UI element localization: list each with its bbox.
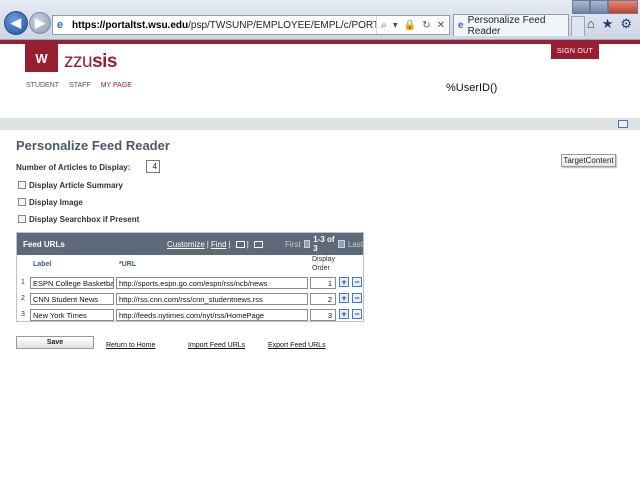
order-input[interactable] (310, 309, 336, 321)
page-title: Personalize Feed Reader (16, 138, 170, 153)
nav-student[interactable]: STUDENT (26, 82, 59, 89)
sign-out-button[interactable]: SIGN OUT (551, 44, 599, 59)
save-button[interactable]: Save (16, 336, 94, 349)
col-order-2: Order (312, 265, 330, 272)
articles-label: Number of Articles to Display: (16, 163, 131, 172)
import-feed-urls-link[interactable]: Import Feed URLs (188, 342, 245, 349)
back-arrow-icon: ◀ (11, 15, 21, 30)
nav-staff[interactable]: STAFF (69, 82, 91, 89)
col-label: Label (33, 261, 52, 268)
order-input[interactable] (310, 277, 336, 289)
page-layout-icon[interactable] (618, 120, 628, 128)
table-row: 3 + − (17, 307, 363, 323)
first-label[interactable]: First (285, 240, 301, 249)
col-order-1: Display (312, 256, 335, 263)
brand-stripe (0, 40, 640, 44)
toolbar-band (0, 118, 640, 130)
browser-tab[interactable]: e Personalize Feed Reader (453, 14, 569, 37)
order-input[interactable] (310, 293, 336, 305)
remove-row-icon[interactable]: − (352, 277, 362, 287)
summary-label: Display Article Summary (29, 181, 123, 190)
address-bar[interactable]: e https://portaltst.wsu.edu/psp/TWSUNP/E… (52, 15, 450, 35)
tab-title: Personalize Feed Reader (467, 14, 546, 37)
add-row-icon[interactable]: + (339, 277, 349, 287)
stop-icon[interactable]: ✕ (437, 20, 445, 31)
top-nav: STUDENT STAFF MY PAGE (26, 82, 132, 89)
customize-link[interactable]: Customize (167, 240, 205, 249)
browser-toolbar: ◀ ▶ e https://portaltst.wsu.edu/psp/TWSU… (0, 0, 640, 40)
nav-my-page[interactable]: MY PAGE (101, 82, 132, 89)
home-icon[interactable]: ⌂ (587, 16, 595, 32)
favorites-star-icon[interactable]: ★ (602, 16, 614, 32)
grid-title: Feed URLs (23, 239, 65, 249)
dropdown-icon[interactable]: ▾ (393, 20, 398, 31)
cougar-logo-icon: W (35, 50, 48, 66)
label-input[interactable] (30, 293, 114, 305)
browser-right-icons: ⌂ ★ ⚙ (587, 16, 632, 32)
maximize-button[interactable] (590, 0, 608, 14)
refresh-icon[interactable]: ↻ (422, 20, 430, 31)
lock-icon[interactable]: 🔒 (404, 20, 416, 31)
brand-prefix: zzu (64, 51, 93, 72)
address-domain: https://portaltst.wsu.edu (72, 19, 189, 31)
add-row-icon[interactable]: + (339, 309, 349, 319)
row-number: 3 (21, 311, 25, 318)
minimize-button[interactable] (572, 0, 590, 14)
row-number: 2 (21, 295, 25, 302)
search-icon[interactable]: ⌕ (381, 20, 387, 31)
tab-ie-icon: e (458, 20, 464, 31)
url-input[interactable] (116, 293, 308, 305)
url-input[interactable] (116, 309, 308, 321)
new-tab-button[interactable] (571, 16, 585, 36)
feed-urls-grid: Feed URLs Customize | Find | | First 1-3… (16, 232, 364, 322)
download-icon[interactable] (253, 240, 263, 248)
forward-button[interactable]: ▶ (29, 12, 51, 34)
url-input[interactable] (116, 277, 308, 289)
remove-row-icon[interactable]: − (352, 309, 362, 319)
forward-arrow-icon: ▶ (35, 15, 45, 30)
view-all-icon[interactable] (235, 240, 245, 248)
col-url: *URL (119, 261, 137, 268)
searchbox-label: Display Searchbox if Present (29, 215, 140, 224)
next-arrow-icon[interactable] (338, 240, 345, 248)
articles-count-input[interactable]: 4 (146, 160, 160, 173)
add-row-icon[interactable]: + (339, 293, 349, 303)
label-input[interactable] (30, 309, 114, 321)
return-home-link[interactable]: Return to Home (106, 342, 155, 349)
summary-checkbox[interactable] (18, 181, 26, 189)
row-number: 1 (21, 279, 25, 286)
brand-name: zzusis (64, 51, 117, 73)
image-label: Display Image (29, 198, 83, 207)
target-content-button[interactable]: TargetContent (561, 154, 616, 167)
settings-gear-icon[interactable]: ⚙ (620, 16, 632, 32)
find-link[interactable]: Find (211, 240, 227, 249)
brand-suffix: sis (92, 51, 117, 72)
ie-page-icon: e (57, 19, 64, 31)
searchbox-checkbox[interactable] (18, 215, 26, 223)
range-label: 1-3 of 3 (313, 235, 335, 253)
address-tools: ⌕ ▾ 🔒 ↻ ✕ (376, 16, 449, 34)
label-input[interactable] (30, 277, 114, 289)
table-row: 1 + − (17, 275, 363, 291)
window-controls (572, 0, 638, 14)
grid-pagination: First 1-3 of 3 Last (285, 235, 363, 253)
wsu-logo: W (25, 44, 58, 72)
grid-column-headers: Label *URL Display Order (17, 255, 363, 275)
last-label[interactable]: Last (348, 240, 363, 249)
user-id-text: %UserID() (446, 82, 498, 94)
remove-row-icon[interactable]: − (352, 293, 362, 303)
table-row: 2 + − (17, 291, 363, 307)
export-feed-urls-link[interactable]: Export Feed URLs (268, 342, 326, 349)
grid-header: Feed URLs Customize | Find | | First 1-3… (17, 233, 363, 255)
close-window-button[interactable] (608, 0, 638, 14)
prev-arrow-icon[interactable] (303, 240, 311, 248)
address-url[interactable]: https://portaltst.wsu.edu/psp/TWSUNP/EMP… (72, 20, 376, 31)
back-button[interactable]: ◀ (4, 11, 28, 35)
address-path: /psp/TWSUNP/EMPLOYEE/EMPL/c/PORTAL_COMPO… (188, 19, 376, 31)
image-checkbox[interactable] (18, 198, 26, 206)
